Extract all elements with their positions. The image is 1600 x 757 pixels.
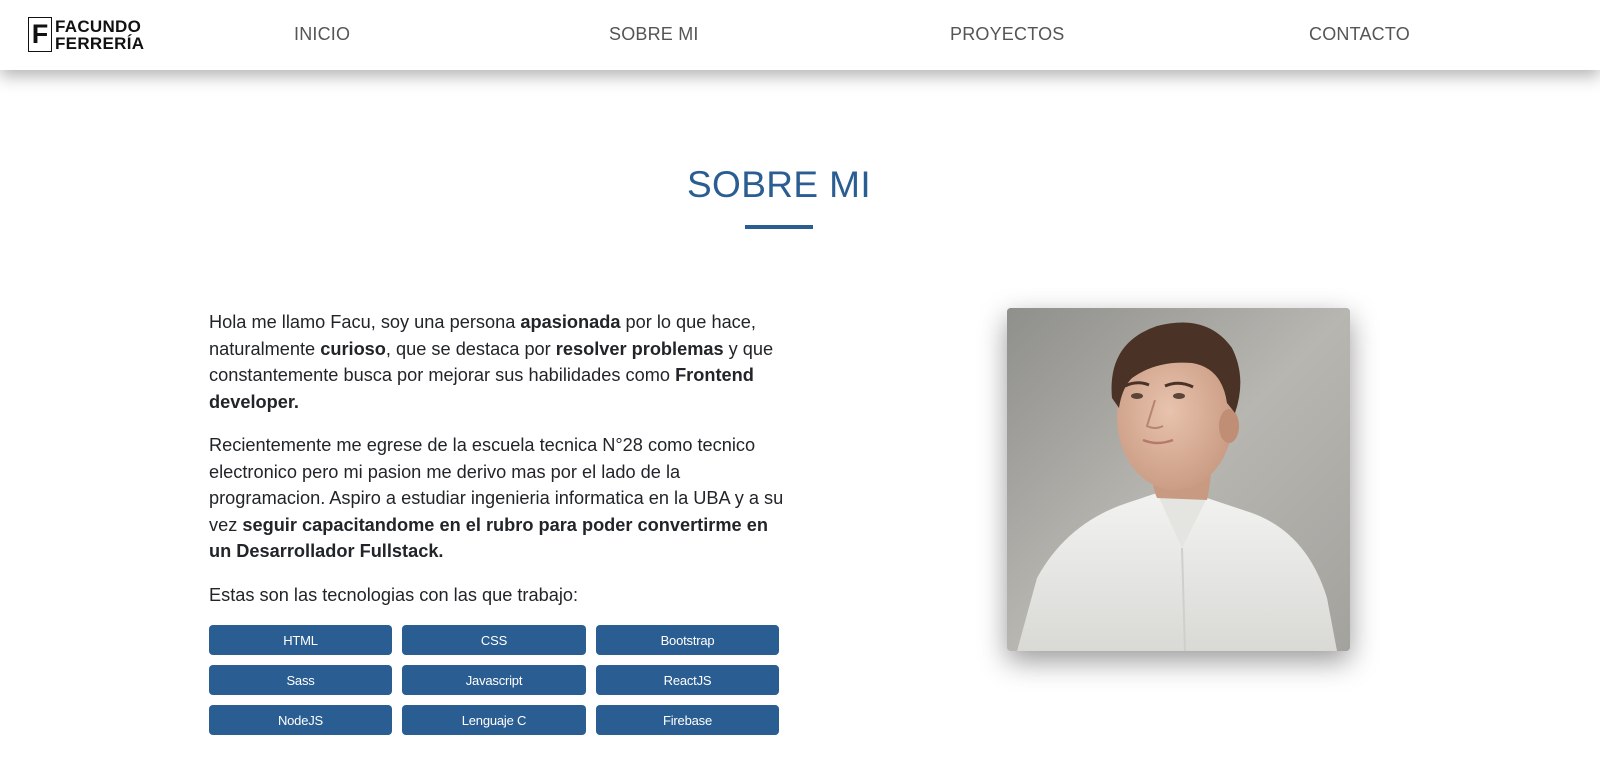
p1-text-3: , que se destaca por <box>385 338 556 359</box>
tech-badge-firebase[interactable]: Firebase <box>596 705 779 735</box>
p1-bold-apasionada: apasionada <box>520 312 621 332</box>
about-paragraph-2: Recientemente me egrese de la escuela te… <box>209 432 789 565</box>
tech-badge-bootstrap[interactable]: Bootstrap <box>596 625 779 655</box>
tech-badge-lenguaje-c[interactable]: Lenguaje C <box>402 705 586 735</box>
p1-bold-curioso: curioso <box>320 338 386 359</box>
profile-photo <box>1007 308 1350 651</box>
tech-badge-grid: HTML CSS Bootstrap Sass Javascript React… <box>209 625 780 735</box>
p2-bold-fullstack: seguir capacitandome en el rubro para po… <box>209 514 768 562</box>
tech-badge-css[interactable]: CSS <box>402 625 586 655</box>
logo-text: FACUNDO FERRERÍA <box>55 18 144 52</box>
brand-logo[interactable]: F FACUNDO FERRERÍA <box>28 17 144 52</box>
nav-link-sobre-mi[interactable]: SOBRE MI <box>609 24 699 45</box>
about-paragraph-1: Hola me llamo Facu, soy una persona apas… <box>209 309 789 415</box>
tech-badge-nodejs[interactable]: NodeJS <box>209 705 392 735</box>
tech-badge-html[interactable]: HTML <box>209 625 392 655</box>
nav-link-proyectos[interactable]: PROYECTOS <box>950 24 1065 45</box>
nav-link-inicio[interactable]: INICIO <box>294 24 350 45</box>
logo-letter: F <box>28 17 52 52</box>
about-text: Hola me llamo Facu, soy una persona apas… <box>209 309 789 625</box>
profile-photo-illustration <box>1007 308 1350 651</box>
tech-badge-reactjs[interactable]: ReactJS <box>596 665 779 695</box>
tech-badge-sass[interactable]: Sass <box>209 665 392 695</box>
tech-badge-javascript[interactable]: Javascript <box>402 665 586 695</box>
nav-link-contacto[interactable]: CONTACTO <box>1309 24 1410 45</box>
navbar: F FACUNDO FERRERÍA INICIO SOBRE MI PROYE… <box>0 0 1600 70</box>
logo-line-1: FACUNDO <box>55 16 142 36</box>
title-underline <box>745 225 813 229</box>
about-paragraph-3: Estas son las tecnologias con las que tr… <box>209 584 579 605</box>
section-title: SOBRE MI <box>686 164 872 205</box>
p1-text-1: Hola me llamo Facu, soy una persona <box>209 312 521 332</box>
p1-bold-resolver-problemas: resolver problemas <box>555 338 724 359</box>
logo-line-2: FERRERÍA <box>55 33 145 53</box>
